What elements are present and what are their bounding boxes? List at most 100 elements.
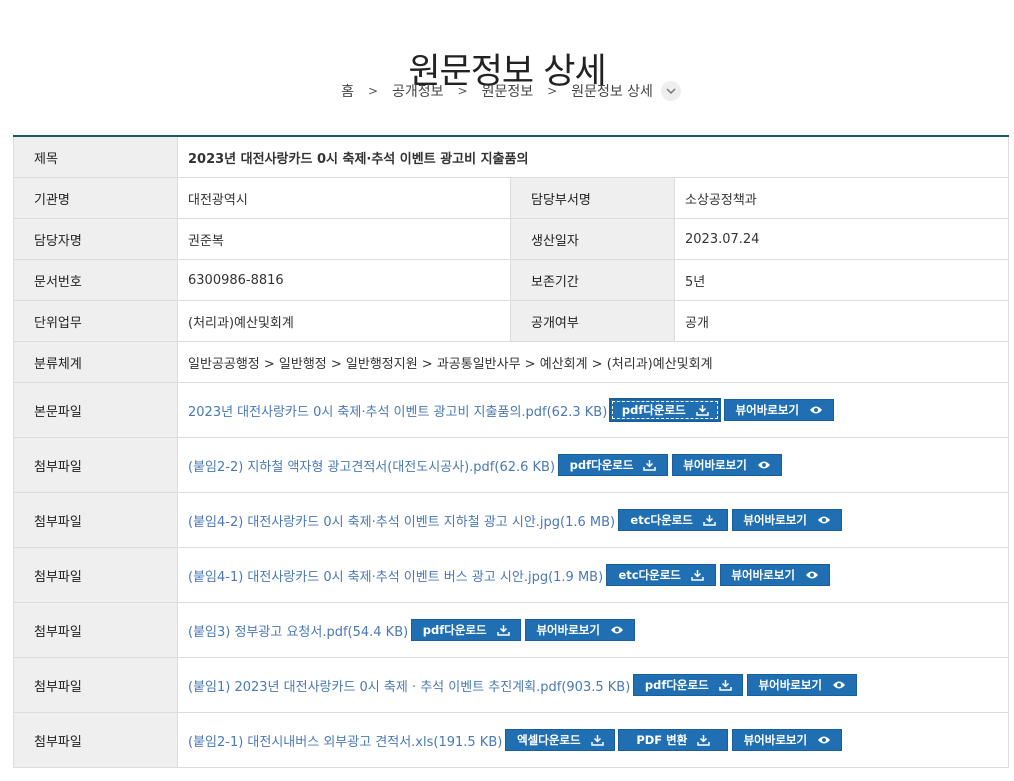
eye-icon — [832, 680, 846, 690]
label-main-file: 본문파일 — [13, 382, 178, 438]
value-disclosure: 공개 — [674, 300, 1009, 342]
download-icon — [590, 734, 604, 746]
document-detail-table: 제목 2023년 대전사랑카드 0시 축제·추석 이벤트 광고비 지출품의 기관… — [13, 135, 1009, 768]
label-retention: 보존기간 — [510, 259, 675, 301]
row-attach-file: 첨부파일 (붙임4-1) 대전사랑카드 0시 축제·추석 이벤트 버스 광고 시… — [13, 547, 1009, 603]
file-name-link[interactable]: 2023년 대전사랑카드 0시 축제·추석 이벤트 광고비 지출품의.pdf(6… — [188, 401, 607, 420]
download-icon — [691, 569, 704, 581]
chevron-down-icon[interactable] — [660, 81, 681, 101]
value-agency: 대전광역시 — [177, 177, 511, 219]
value-classification: 일반공공행정 > 일반행정 > 일반행정지원 > 과공통일반사무 > 예산회계 … — [177, 341, 1009, 383]
value-title: 2023년 대전사랑카드 0시 축제·추석 이벤트 광고비 지출품의 — [177, 135, 1009, 178]
row-attach-file: 첨부파일 (붙임4-2) 대전사랑카드 0시 축제·추석 이벤트 지하철 광고 … — [13, 492, 1009, 548]
viewer-button-label: 뷰어바로보기 — [536, 623, 600, 637]
breadcrumb-home[interactable]: 홈 — [341, 81, 354, 101]
eye-icon — [817, 515, 831, 525]
etc-download-button[interactable]: etc다운로드 — [606, 564, 717, 586]
download-button-label: pdf다운로드 — [644, 678, 709, 692]
label-dept: 담당부서명 — [510, 177, 675, 219]
viewer-button[interactable]: 뷰어바로보기 — [747, 674, 858, 696]
viewer-button-label: 뷰어바로보기 — [743, 733, 808, 747]
viewer-button[interactable]: 뷰어바로보기 — [672, 454, 783, 476]
viewer-button-label: 뷰어바로보기 — [683, 458, 747, 472]
etc-download-button[interactable]: etc다운로드 — [618, 509, 729, 531]
label-date: 생산일자 — [510, 218, 675, 260]
row-main-file: 본문파일 2023년 대전사랑카드 0시 축제·추석 이벤트 광고비 지출품의.… — [13, 382, 1009, 438]
viewer-button[interactable]: 뷰어바로보기 — [525, 619, 636, 641]
value-dept: 소상공정책과 — [674, 177, 1009, 219]
label-attach-file: 첨부파일 — [13, 657, 178, 713]
pdf-download-button[interactable]: pdf다운로드 — [633, 674, 744, 696]
row-manager: 담당자명 권준복 생산일자 2023.07.24 — [13, 218, 1009, 260]
label-attach-file: 첨부파일 — [13, 712, 178, 768]
row-docno: 문서번호 6300986-8816 보존기간 5년 — [13, 259, 1009, 301]
label-agency: 기관명 — [13, 177, 178, 219]
eye-icon — [610, 625, 624, 635]
download-button-label: pdf다운로드 — [569, 458, 634, 472]
pdf-download-button[interactable]: pdf다운로드 — [411, 619, 522, 641]
value-manager: 권준복 — [177, 218, 511, 260]
file-name-link[interactable]: (붙임2-1) 대전시내버스 외부광고 견적서.xls(191.5 KB) — [188, 731, 502, 750]
value-retention: 5년 — [674, 259, 1009, 301]
file-name-link[interactable]: (붙임4-2) 대전사랑카드 0시 축제·추석 이벤트 지하철 광고 시안.jp… — [188, 511, 615, 530]
download-icon — [703, 514, 716, 526]
excel-download-button[interactable]: 엑셀다운로드 — [505, 729, 616, 751]
viewer-button[interactable]: 뷰어바로보기 — [732, 729, 843, 751]
label-attach-file: 첨부파일 — [13, 437, 178, 493]
download-button-label: etc다운로드 — [630, 513, 693, 527]
download-icon — [496, 624, 510, 636]
viewer-button[interactable]: 뷰어바로보기 — [720, 564, 831, 586]
breadcrumb: 홈 > 공개정보 > 원문정보 > 원문정보 상세 — [0, 81, 1014, 101]
label-manager: 담당자명 — [13, 218, 178, 260]
label-title: 제목 — [13, 135, 178, 178]
download-button-label: 엑셀다운로드 — [517, 733, 581, 747]
row-title: 제목 2023년 대전사랑카드 0시 축제·추석 이벤트 광고비 지출품의 — [13, 135, 1009, 178]
row-agency: 기관명 대전광역시 담당부서명 소상공정책과 — [13, 177, 1009, 219]
label-classification: 분류체계 — [13, 341, 178, 383]
download-button-label: pdf다운로드 — [621, 403, 686, 417]
label-attach-file: 첨부파일 — [13, 547, 178, 603]
eye-icon — [809, 405, 823, 415]
pdf-convert-button[interactable]: PDF 변환 — [618, 729, 729, 751]
viewer-button-label: 뷰어바로보기 — [743, 513, 807, 527]
viewer-button-label: 뷰어바로보기 — [735, 403, 800, 417]
breadcrumb-public-info[interactable]: 공개정보 — [392, 81, 444, 101]
eye-icon — [805, 570, 819, 580]
row-attach-file: 첨부파일 (붙임1) 2023년 대전사랑카드 0시 축제 · 추석 이벤트 추… — [13, 657, 1009, 713]
file-name-link[interactable]: (붙임2-2) 지하철 액자형 광고견적서(대전도시공사).pdf(62.6 K… — [188, 456, 555, 475]
download-icon — [643, 459, 657, 471]
pdf-download-button[interactable]: pdf다운로드 — [610, 399, 721, 421]
value-docno: 6300986-8816 — [177, 259, 511, 301]
eye-icon — [817, 735, 831, 745]
viewer-button[interactable]: 뷰어바로보기 — [732, 509, 843, 531]
row-attach-file: 첨부파일 (붙임3) 정부광고 요청서.pdf(54.4 KB) pdf다운로드… — [13, 602, 1009, 658]
file-name-link[interactable]: (붙임1) 2023년 대전사랑카드 0시 축제 · 추석 이벤트 추진계획.p… — [188, 676, 630, 695]
file-name-link[interactable]: (붙임3) 정부광고 요청서.pdf(54.4 KB) — [188, 621, 408, 640]
breadcrumb-current: 원문정보 상세 — [571, 84, 653, 100]
chevron-right-icon: > — [547, 84, 558, 98]
file-name-link[interactable]: (붙임4-1) 대전사랑카드 0시 축제·추석 이벤트 버스 광고 시안.jpg… — [188, 566, 603, 585]
row-attach-file: 첨부파일 (붙임2-2) 지하철 액자형 광고견적서(대전도시공사).pdf(6… — [13, 437, 1009, 493]
eye-icon — [757, 460, 771, 470]
row-task: 단위업무 (처리과)예산및회계 공개여부 공개 — [13, 300, 1009, 342]
row-classification: 분류체계 일반공공행정 > 일반행정 > 일반행정지원 > 과공통일반사무 > … — [13, 341, 1009, 383]
value-date: 2023.07.24 — [674, 218, 1009, 260]
chevron-right-icon: > — [367, 84, 379, 98]
breadcrumb-original-info[interactable]: 원문정보 — [482, 81, 534, 101]
download-icon — [697, 734, 711, 746]
label-docno: 문서번호 — [13, 259, 178, 301]
row-attach-file: 첨부파일 (붙임2-1) 대전시내버스 외부광고 견적서.xls(191.5 K… — [13, 712, 1009, 768]
label-attach-file: 첨부파일 — [13, 602, 178, 658]
convert-button-label: PDF 변환 — [636, 733, 688, 747]
download-button-label: pdf다운로드 — [422, 623, 487, 637]
label-attach-file: 첨부파일 — [13, 492, 178, 548]
viewer-button-label: 뷰어바로보기 — [731, 568, 795, 582]
viewer-button-label: 뷰어바로보기 — [758, 678, 823, 692]
download-button-label: etc다운로드 — [618, 568, 681, 582]
download-icon — [695, 404, 709, 416]
pdf-download-button[interactable]: pdf다운로드 — [558, 454, 669, 476]
viewer-button[interactable]: 뷰어바로보기 — [724, 399, 835, 421]
label-disclosure: 공개여부 — [510, 300, 675, 342]
chevron-right-icon: > — [457, 84, 468, 98]
label-task: 단위업무 — [13, 300, 178, 342]
